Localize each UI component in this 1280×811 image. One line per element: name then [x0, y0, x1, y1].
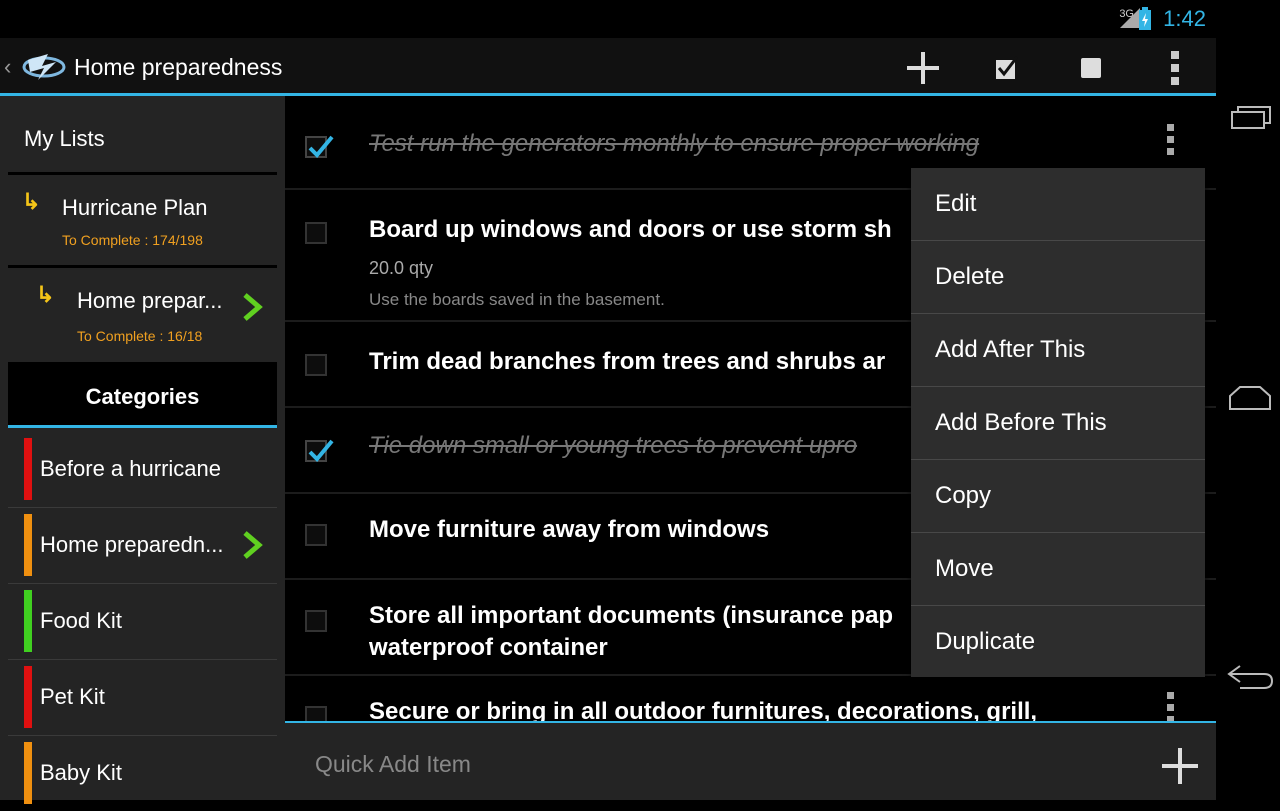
- checkmark-icon: [308, 439, 334, 462]
- menu-edit[interactable]: Edit: [911, 168, 1205, 241]
- list-name: Home prepar...: [77, 288, 223, 313]
- plus-icon: [907, 52, 939, 84]
- category-before-hurricane[interactable]: Before a hurricane: [8, 432, 277, 508]
- category-home-preparedness[interactable]: Home preparedn...: [8, 508, 277, 584]
- item-checkbox[interactable]: [305, 610, 327, 632]
- category-pet-kit[interactable]: Pet Kit: [8, 660, 277, 736]
- back-icon[interactable]: [1226, 660, 1274, 692]
- item-text: Trim dead branches from trees and shrubs…: [369, 348, 886, 375]
- clock: 1:42: [1163, 6, 1206, 31]
- categories-header: Categories: [8, 362, 277, 428]
- sidebar: My Lists ↳ Hurricane Plan To Complete : …: [0, 96, 285, 804]
- quick-add-bar: Quick Add Item: [285, 721, 1216, 800]
- add-button[interactable]: [900, 46, 946, 90]
- item-text: Tie down small or young trees to prevent…: [369, 432, 858, 459]
- checkmark-icon: [308, 135, 334, 158]
- overflow-menu-button[interactable]: [1152, 46, 1198, 90]
- category-color-bar: [24, 438, 32, 500]
- page-title: Home preparedness: [74, 54, 283, 80]
- menu-label: Edit: [935, 190, 977, 217]
- item-checkbox[interactable]: [305, 524, 327, 546]
- quick-add-input[interactable]: Quick Add Item: [315, 751, 471, 778]
- recent-apps-icon[interactable]: [1228, 104, 1272, 132]
- checkbox-empty-icon: [1081, 58, 1101, 78]
- menu-label: Add Before This: [935, 409, 1107, 436]
- category-name: Home preparedn...: [40, 532, 224, 557]
- quick-add-plus-icon[interactable]: [1161, 747, 1199, 785]
- home-icon[interactable]: [1228, 384, 1272, 412]
- category-name: Before a hurricane: [40, 456, 221, 481]
- item-text: Board up windows and doors or use storm …: [369, 216, 892, 243]
- context-menu: Edit Delete Add After This Add Before Th…: [911, 168, 1205, 677]
- check-all-button[interactable]: [984, 46, 1030, 90]
- menu-move[interactable]: Move: [911, 533, 1205, 606]
- checkbox-checked-icon: [996, 56, 1019, 79]
- item-text: Move furniture away from windows: [369, 516, 770, 543]
- item-checkbox[interactable]: [305, 222, 327, 244]
- list-item-row[interactable]: Secure or bring in all outdoor furniture…: [285, 676, 1216, 721]
- subitem-arrow-icon: ↳: [22, 189, 41, 214]
- item-checkbox[interactable]: [305, 439, 334, 462]
- app-logo-icon[interactable]: [20, 46, 68, 88]
- chevron-right-icon: [243, 293, 263, 321]
- list-count: To Complete : 174/198: [62, 232, 203, 248]
- item-text: Secure or bring in all outdoor furniture…: [369, 698, 1038, 721]
- category-color-bar: [24, 590, 32, 652]
- menu-duplicate[interactable]: Duplicate: [911, 606, 1205, 679]
- back-chevron-icon[interactable]: ‹: [4, 54, 11, 80]
- action-bar: ‹ Home preparedness: [0, 38, 1216, 96]
- subitem-arrow-icon: ↳: [36, 282, 55, 307]
- menu-label: Copy: [935, 482, 992, 509]
- item-menu-icon[interactable]: [1167, 692, 1175, 721]
- list-count: To Complete : 16/18: [77, 328, 203, 344]
- my-lists-header: My Lists: [8, 96, 277, 175]
- item-menu-icon[interactable]: [1167, 124, 1175, 155]
- menu-copy[interactable]: Copy: [911, 460, 1205, 533]
- item-checkbox[interactable]: [305, 706, 327, 721]
- menu-label: Delete: [935, 263, 1005, 290]
- item-text: Test run the generators monthly to ensur…: [369, 130, 980, 157]
- category-name: Baby Kit: [40, 760, 122, 785]
- my-lists-label: My Lists: [24, 126, 105, 151]
- chevron-right-icon: [243, 531, 263, 559]
- menu-delete[interactable]: Delete: [911, 241, 1205, 314]
- item-quantity: 20.0 qty: [369, 258, 434, 278]
- list-item-home-preparedness[interactable]: ↳ Home prepar... To Complete : 16/18: [8, 268, 277, 360]
- categories-label: Categories: [85, 384, 200, 409]
- item-checkbox[interactable]: [305, 135, 334, 158]
- menu-label: Move: [935, 555, 994, 582]
- category-name: Food Kit: [40, 608, 122, 633]
- uncheck-all-button[interactable]: [1068, 46, 1114, 90]
- menu-add-after[interactable]: Add After This: [911, 314, 1205, 387]
- item-checkbox[interactable]: [305, 354, 327, 376]
- category-color-bar: [24, 666, 32, 728]
- more-vertical-icon: [1171, 51, 1179, 85]
- menu-label: Duplicate: [935, 628, 1036, 655]
- category-color-bar: [24, 514, 32, 576]
- category-name: Pet Kit: [40, 684, 105, 709]
- list-item-hurricane-plan[interactable]: ↳ Hurricane Plan To Complete : 174/198: [8, 175, 277, 268]
- menu-add-before[interactable]: Add Before This: [911, 387, 1205, 460]
- list-name: Hurricane Plan: [62, 195, 208, 220]
- category-color-bar: [24, 742, 32, 804]
- item-note: Use the boards saved in the basement.: [369, 290, 665, 309]
- menu-label: Add After This: [935, 336, 1086, 363]
- battery-icon: [1139, 7, 1151, 30]
- item-text: Store all important documents (insurance…: [369, 602, 894, 661]
- system-nav-bar: [1216, 0, 1280, 800]
- status-bar: 3G 1:42: [0, 0, 1216, 38]
- category-food-kit[interactable]: Food Kit: [8, 584, 277, 660]
